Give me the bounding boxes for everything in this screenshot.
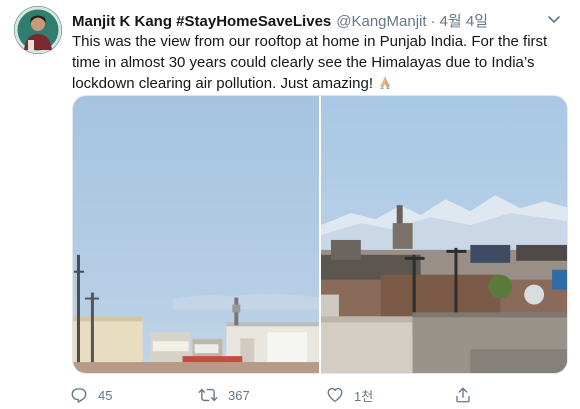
tweet-actions: 45 367 1천	[70, 384, 530, 406]
tweet-header: Manjit K Kang #StayHomeSaveLives @KangMa…	[72, 10, 540, 30]
heart-icon	[327, 387, 343, 403]
tweet-text: This was the view from our rooftop at ho…	[72, 31, 572, 96]
reply-count: 45	[98, 387, 113, 403]
retweet-icon	[198, 388, 218, 402]
share-button[interactable]	[454, 386, 482, 404]
user-handle[interactable]: @KangManjit	[336, 13, 426, 30]
timestamp[interactable]: 4월 4일	[440, 10, 488, 31]
avatar[interactable]	[14, 6, 62, 54]
share-icon	[456, 387, 470, 403]
display-name[interactable]: Manjit K Kang #StayHomeSaveLives	[72, 13, 331, 30]
more-options-chevron-icon[interactable]	[546, 12, 562, 28]
media-grid	[72, 95, 568, 374]
photo-left[interactable]	[73, 96, 319, 373]
retweet-button[interactable]: 367	[198, 386, 326, 404]
reply-button[interactable]: 45	[70, 386, 198, 404]
reply-icon	[71, 388, 87, 403]
like-button[interactable]: 1천	[326, 386, 454, 405]
separator-dot: ·	[430, 13, 436, 30]
photo-right[interactable]	[321, 96, 567, 373]
like-count: 1천	[354, 388, 374, 404]
tweet[interactable]: Manjit K Kang #StayHomeSaveLives @KangMa…	[0, 0, 580, 409]
retweet-count: 367	[228, 387, 250, 403]
tweet-body: This was the view from our rooftop at ho…	[72, 33, 548, 92]
folded-hands-emoji	[377, 74, 393, 96]
